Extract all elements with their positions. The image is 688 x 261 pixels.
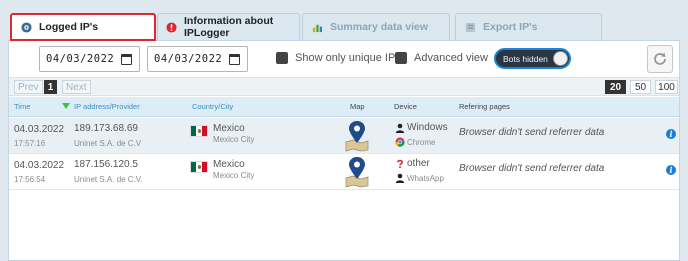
map-pin-icon[interactable] <box>344 120 370 155</box>
table-header: Time IP address/Provider Country/City Ma… <box>9 97 679 117</box>
logged-ips-panel: 04/03/2022 04/03/2022 Show only unique I… <box>8 40 680 261</box>
column-ip[interactable]: IP address/Provider <box>74 102 140 111</box>
unique-ip-checkbox[interactable]: Show only unique IP <box>276 52 395 64</box>
column-country[interactable]: Country/City <box>192 102 233 111</box>
warning-icon <box>166 21 177 33</box>
tab-label: Summary data view <box>330 21 429 33</box>
city: Mexico City <box>213 135 255 144</box>
date-from-value: 04/03/2022 <box>46 53 115 65</box>
export-icon <box>464 21 476 33</box>
advanced-view-checkbox[interactable]: Advanced view <box>395 52 488 64</box>
ip-address[interactable]: 187.156.120.5 <box>74 159 138 170</box>
column-device: Device <box>394 102 417 111</box>
visit-date: 04.03.2022 <box>14 160 65 171</box>
date-to-input[interactable]: 04/03/2022 <box>147 46 248 72</box>
mexico-flag-icon <box>190 161 208 173</box>
page-size-100[interactable]: 100 <box>655 80 678 94</box>
info-icon[interactable]: i <box>666 165 676 175</box>
advanced-view-label: Advanced view <box>414 52 488 64</box>
tab-label: Export IP's <box>483 21 538 33</box>
current-page[interactable]: 1 <box>44 80 57 94</box>
browser: WhatsApp <box>407 174 444 183</box>
unique-ip-label: Show only unique IP <box>295 52 396 64</box>
bots-hidden-toggle[interactable]: Bots hidden <box>494 48 571 69</box>
device-os: Windows <box>407 122 448 133</box>
info-icon[interactable]: i <box>666 129 676 139</box>
column-referer: Refering pages <box>459 102 510 111</box>
provider: Uninet S.A. de C.V. <box>74 175 143 184</box>
visit-time: 17:57:16 <box>14 139 46 148</box>
sort-desc-icon[interactable] <box>62 103 70 109</box>
date-to-value: 04/03/2022 <box>154 53 223 65</box>
map-pin-icon[interactable] <box>344 156 370 191</box>
checkbox-box[interactable] <box>276 52 288 64</box>
date-from-input[interactable]: 04/03/2022 <box>39 46 140 72</box>
browser: Chrome <box>407 138 436 147</box>
pagination-bar: Prev 1 Next 20 50 100 <box>9 77 679 96</box>
eye-icon <box>20 21 32 33</box>
page-size-20[interactable]: 20 <box>605 80 626 94</box>
tab-label: Logged IP's <box>39 21 99 33</box>
chrome-icon <box>395 137 405 147</box>
ip-address[interactable]: 189.173.68.69 <box>74 123 138 134</box>
next-page-button[interactable]: Next <box>62 80 91 94</box>
toggle-knob <box>553 51 568 66</box>
visit-time: 17:56:54 <box>14 175 46 184</box>
bots-toggle-label: Bots hidden <box>503 53 548 64</box>
refresh-button[interactable] <box>647 45 673 73</box>
visit-date: 04.03.2022 <box>14 124 65 135</box>
tab-information[interactable]: Information about IPLogger <box>157 13 300 40</box>
referer: Browser didn't send referrer data <box>459 163 605 174</box>
user-icon <box>395 173 405 183</box>
checkbox-box[interactable] <box>395 52 407 64</box>
tab-bar: Logged IP's Information about IPLogger S… <box>10 13 678 41</box>
calendar-icon[interactable] <box>229 54 240 65</box>
page-size-50[interactable]: 50 <box>630 80 651 94</box>
tab-label: Information about IPLogger <box>184 15 274 39</box>
country: Mexico <box>213 159 245 170</box>
tab-summary[interactable]: Summary data view <box>302 13 450 40</box>
country: Mexico <box>213 123 245 134</box>
column-map: Map <box>350 102 365 111</box>
question-icon <box>395 159 405 169</box>
provider: Uninet S.A. de C.V <box>74 139 142 148</box>
chart-icon <box>311 21 323 33</box>
table-row: 04.03.2022 17:56:54 187.156.120.5 Uninet… <box>9 154 679 190</box>
device-os: other <box>407 158 430 169</box>
mexico-flag-icon <box>190 125 208 137</box>
city: Mexico City <box>213 171 255 180</box>
calendar-icon[interactable] <box>121 54 132 65</box>
column-time[interactable]: Time <box>14 102 30 111</box>
referer: Browser didn't send referrer data <box>459 127 605 138</box>
tab-export[interactable]: Export IP's <box>455 13 602 40</box>
prev-page-button[interactable]: Prev <box>14 80 43 94</box>
user-icon <box>395 123 405 133</box>
refresh-icon <box>654 52 666 65</box>
tab-logged-ips[interactable]: Logged IP's <box>10 13 156 41</box>
table-row: 04.03.2022 17:57:16 189.173.68.69 Uninet… <box>9 118 679 154</box>
